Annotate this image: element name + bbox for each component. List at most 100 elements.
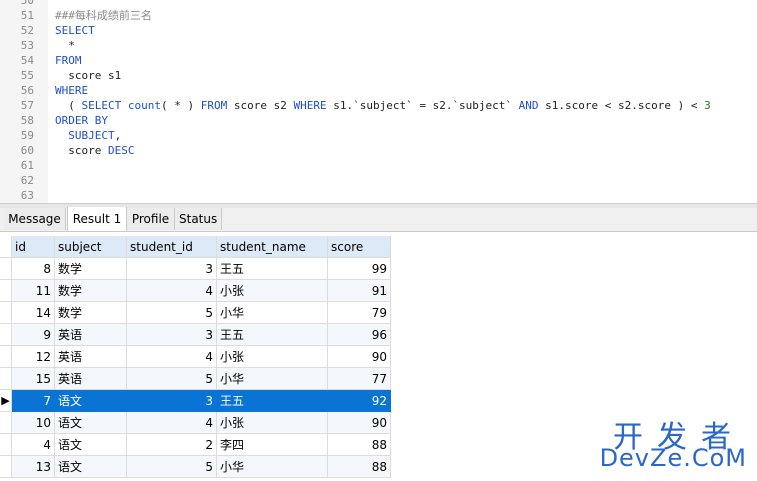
- cell-subject[interactable]: 英语: [55, 324, 127, 346]
- cell-student-id[interactable]: 5: [127, 302, 217, 324]
- result-tabbar: Message Result 1 Profile Status: [0, 207, 757, 232]
- column-header-id[interactable]: id: [12, 236, 55, 258]
- row-marker[interactable]: [0, 258, 12, 280]
- code-line[interactable]: 57 ( SELECT count( * ) FROM score s2 WHE…: [0, 98, 757, 113]
- cell-subject[interactable]: 语文: [55, 434, 127, 456]
- cell-student-name[interactable]: 小华: [217, 368, 328, 390]
- code-line[interactable]: 52 SELECT: [0, 23, 757, 38]
- line-number: 61: [20, 159, 34, 172]
- cell-id[interactable]: 13: [12, 456, 55, 478]
- row-marker[interactable]: [0, 434, 12, 456]
- code-line[interactable]: 58 ORDER BY: [0, 113, 757, 128]
- cell-subject[interactable]: 语文: [55, 456, 127, 478]
- cell-id[interactable]: 7: [12, 390, 55, 412]
- current-row-indicator-icon[interactable]: ▶: [0, 390, 12, 412]
- cell-student-id[interactable]: 4: [127, 280, 217, 302]
- cell-id[interactable]: 15: [12, 368, 55, 390]
- code-line[interactable]: 55 score s1: [0, 68, 757, 83]
- code-text: WHERE: [55, 84, 89, 97]
- row-marker[interactable]: [0, 280, 12, 302]
- code-text: ORDER BY: [55, 114, 108, 127]
- cell-subject[interactable]: 数学: [55, 302, 127, 324]
- column-header-score[interactable]: score: [328, 236, 391, 258]
- code-line[interactable]: 50: [0, 0, 757, 8]
- cell-id[interactable]: 14: [12, 302, 55, 324]
- code-line[interactable]: 54 FROM: [0, 53, 757, 68]
- code-line[interactable]: 61: [0, 158, 757, 173]
- tab-status[interactable]: Status: [175, 208, 222, 230]
- cell-score[interactable]: 77: [328, 368, 391, 390]
- cell-score[interactable]: 91: [328, 280, 391, 302]
- cell-student-id[interactable]: 3: [127, 390, 217, 412]
- cell-student-id[interactable]: 5: [127, 456, 217, 478]
- code-text: FROM: [55, 54, 82, 67]
- cell-score[interactable]: 92: [328, 390, 391, 412]
- cell-student-id[interactable]: 3: [127, 324, 217, 346]
- row-marker[interactable]: [0, 324, 12, 346]
- cell-student-id[interactable]: 5: [127, 368, 217, 390]
- code-line[interactable]: 53 *: [0, 38, 757, 53]
- tab-result-1[interactable]: Result 1: [67, 207, 127, 231]
- cell-score[interactable]: 96: [328, 324, 391, 346]
- code-text: ###每科成绩前三名: [55, 9, 152, 22]
- code-line[interactable]: 63: [0, 188, 757, 203]
- cell-subject[interactable]: 语文: [55, 390, 127, 412]
- cell-student-id[interactable]: 2: [127, 434, 217, 456]
- cell-subject[interactable]: 数学: [55, 280, 127, 302]
- cell-id[interactable]: 8: [12, 258, 55, 280]
- cell-id[interactable]: 9: [12, 324, 55, 346]
- cell-id[interactable]: 10: [12, 412, 55, 434]
- code-text: score DESC: [55, 144, 135, 157]
- code-text: score s1: [55, 69, 122, 82]
- cell-id[interactable]: 12: [12, 346, 55, 368]
- cell-student-name[interactable]: 王五: [217, 258, 328, 280]
- cell-subject[interactable]: 语文: [55, 412, 127, 434]
- cell-score[interactable]: 88: [328, 434, 391, 456]
- cell-id[interactable]: 4: [12, 434, 55, 456]
- column-header-student-id[interactable]: student_id: [127, 236, 217, 258]
- line-number: 52: [20, 24, 34, 37]
- line-number: 54: [20, 54, 34, 67]
- cell-student-id[interactable]: 3: [127, 258, 217, 280]
- code-line[interactable]: 56 WHERE: [0, 83, 757, 98]
- row-marker[interactable]: [0, 302, 12, 324]
- cell-score[interactable]: 99: [328, 258, 391, 280]
- cell-score[interactable]: 90: [328, 346, 391, 368]
- cell-student-name[interactable]: 李四: [217, 434, 328, 456]
- cell-student-id[interactable]: 4: [127, 412, 217, 434]
- column-header-student-name[interactable]: student_name: [217, 236, 328, 258]
- code-line[interactable]: 60 score DESC: [0, 143, 757, 158]
- cell-score[interactable]: 79: [328, 302, 391, 324]
- cell-student-name[interactable]: 王五: [217, 324, 328, 346]
- line-number: 57: [20, 99, 34, 112]
- code-line[interactable]: 59 SUBJECT,: [0, 128, 757, 143]
- cell-student-name[interactable]: 王五: [217, 390, 328, 412]
- watermark-logo-domain: DevZe.CoM: [599, 444, 747, 472]
- line-number: 55: [20, 69, 34, 82]
- code-line[interactable]: 62: [0, 173, 757, 188]
- tab-profile[interactable]: Profile: [127, 208, 175, 230]
- code-line[interactable]: 51 ###每科成绩前三名: [0, 8, 757, 23]
- row-marker[interactable]: [0, 346, 12, 368]
- cell-student-name[interactable]: 小张: [217, 280, 328, 302]
- sql-editor[interactable]: 50 51 ###每科成绩前三名 52 SELECT 53 * 54 FROM 55 score…: [0, 0, 757, 203]
- cell-subject[interactable]: 英语: [55, 368, 127, 390]
- cell-student-id[interactable]: 4: [127, 346, 217, 368]
- cell-subject[interactable]: 数学: [55, 258, 127, 280]
- cell-student-name[interactable]: 小张: [217, 412, 328, 434]
- line-number: 59: [20, 129, 34, 142]
- tab-message[interactable]: Message: [4, 208, 66, 230]
- cell-score[interactable]: 90: [328, 412, 391, 434]
- code-text: *: [55, 39, 75, 52]
- column-header-subject[interactable]: subject: [55, 236, 127, 258]
- cell-id[interactable]: 11: [12, 280, 55, 302]
- cell-student-name[interactable]: 小华: [217, 302, 328, 324]
- cell-score[interactable]: 88: [328, 456, 391, 478]
- header-corner: [0, 236, 12, 258]
- cell-student-name[interactable]: 小华: [217, 456, 328, 478]
- row-marker[interactable]: [0, 412, 12, 434]
- row-marker[interactable]: [0, 456, 12, 478]
- row-marker[interactable]: [0, 368, 12, 390]
- cell-subject[interactable]: 英语: [55, 346, 127, 368]
- cell-student-name[interactable]: 小张: [217, 346, 328, 368]
